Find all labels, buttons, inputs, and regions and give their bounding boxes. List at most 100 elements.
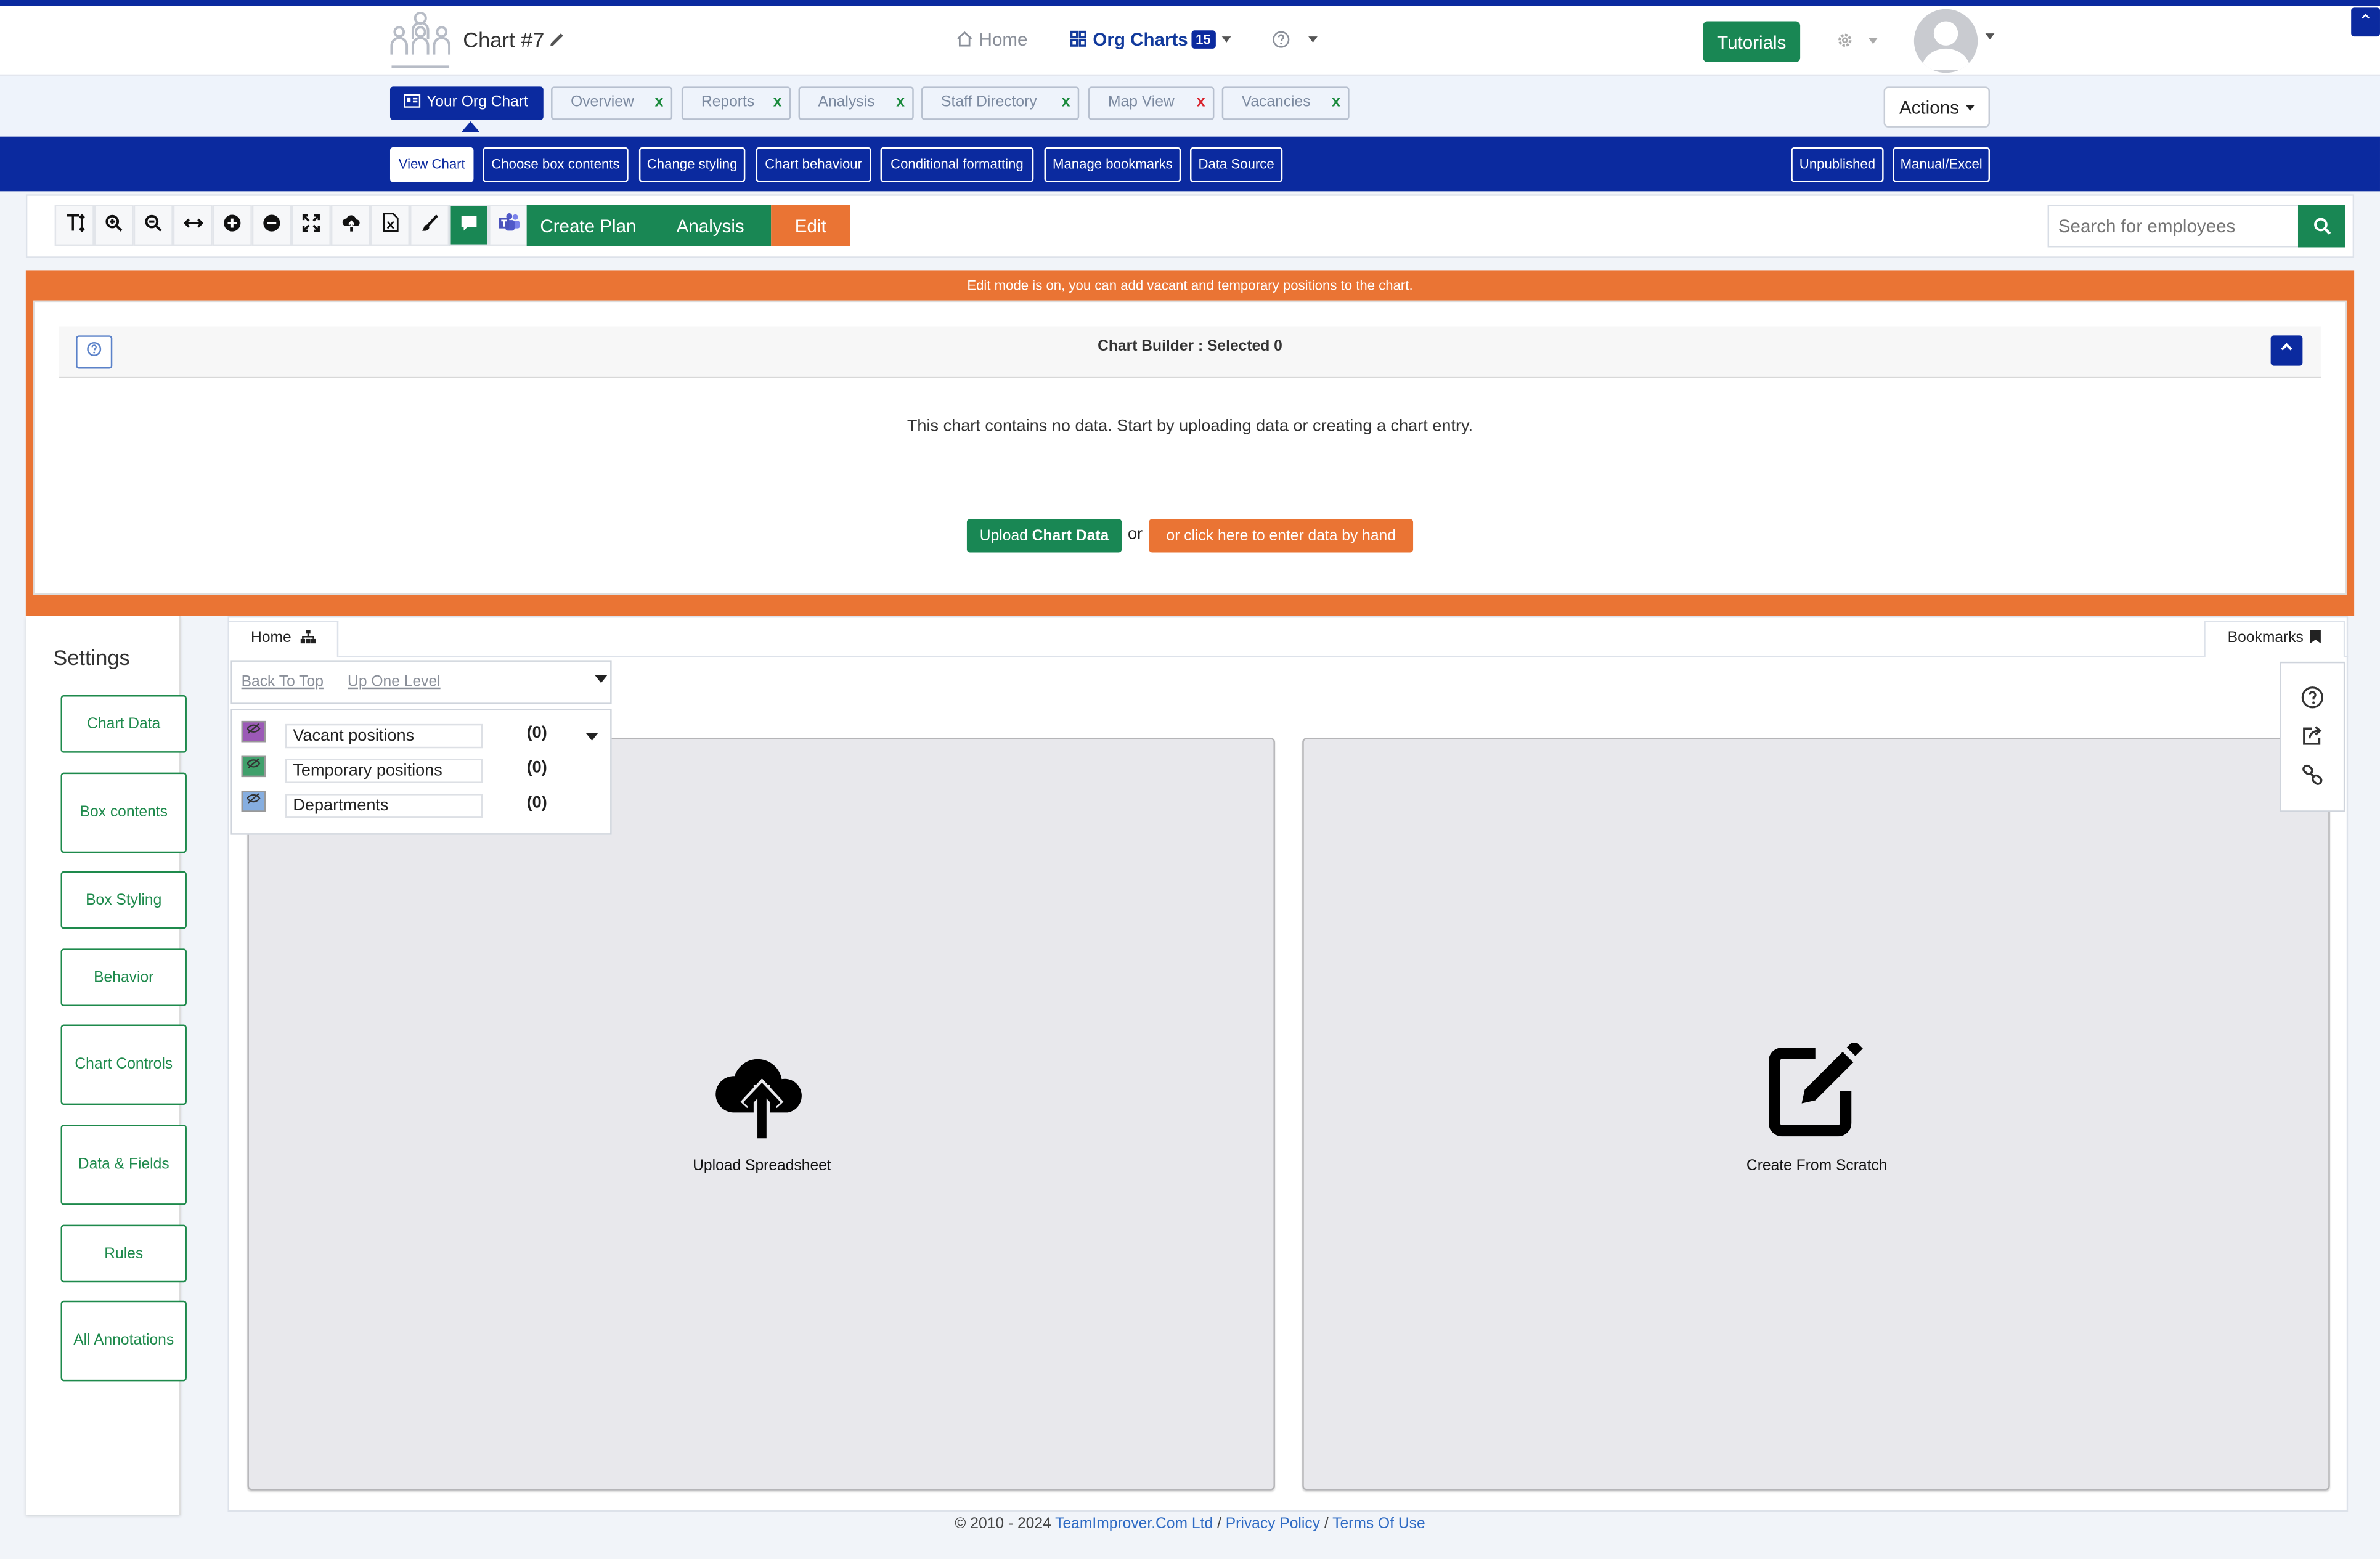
- fullscreen-icon[interactable]: [291, 205, 331, 246]
- zoom-out-icon[interactable]: [133, 205, 173, 246]
- analysis-button[interactable]: Analysis: [650, 205, 772, 246]
- empty-chart-message: This chart contains no data. Start by up…: [907, 417, 1473, 436]
- manage-bookmarks-button[interactable]: Manage bookmarks: [1044, 147, 1181, 182]
- tab-your-org-chart[interactable]: Your Org Chart: [389, 86, 544, 120]
- change-styling-button[interactable]: Change styling: [638, 147, 746, 182]
- conditional-formatting-button[interactable]: Conditional formatting: [880, 147, 1034, 182]
- chevron-down-icon: [1965, 104, 1975, 110]
- org-charts-count-badge: 15: [1191, 30, 1216, 49]
- tab-overview[interactable]: Overview x: [551, 86, 673, 120]
- settings-chart-controls-button[interactable]: Chart Controls: [60, 1024, 187, 1105]
- nav-org-charts[interactable]: Org Charts 15: [1070, 29, 1231, 50]
- enter-data-by-hand-button[interactable]: or click here to enter data by hand: [1149, 519, 1414, 553]
- eye-slash-icon[interactable]: [241, 791, 266, 812]
- footer-separator: /: [1320, 1516, 1333, 1533]
- user-icon: [1922, 21, 1970, 70]
- choose-box-contents-button[interactable]: Choose box contents: [483, 147, 629, 182]
- unpublished-button[interactable]: Unpublished: [1791, 147, 1884, 182]
- tutorials-button[interactable]: Tutorials: [1703, 21, 1801, 62]
- create-from-scratch-card[interactable]: Create From Scratch: [1302, 738, 2330, 1491]
- comments-icon[interactable]: [449, 205, 489, 246]
- settings-box-styling-button[interactable]: Box Styling: [60, 871, 187, 929]
- chart-behaviour-button[interactable]: Chart behaviour: [756, 147, 871, 182]
- caret-down-icon[interactable]: [595, 675, 608, 685]
- footer: © 2010 - 2024 TeamImprover.Com Ltd / Pri…: [0, 1516, 2380, 1533]
- caret-down-icon[interactable]: [585, 733, 598, 743]
- question-circle-icon: [1273, 31, 1290, 48]
- company-link[interactable]: TeamImprover.Com Ltd: [1055, 1516, 1213, 1533]
- tab-analysis[interactable]: Analysis x: [798, 86, 914, 120]
- upload-spreadsheet-card[interactable]: Upload Spreadsheet: [247, 738, 1275, 1491]
- settings-data-fields-button[interactable]: Data & Fields: [60, 1125, 187, 1205]
- tab-vacancies[interactable]: Vacancies x: [1221, 86, 1350, 120]
- upload-chart-data-button[interactable]: Upload Chart Data: [966, 519, 1122, 553]
- employee-search-input[interactable]: [2047, 205, 2300, 248]
- tab-close-icon[interactable]: x: [1197, 88, 1205, 118]
- data-source-button[interactable]: Data Source: [1189, 147, 1283, 182]
- settings-box-contents-button[interactable]: Box contents: [60, 772, 187, 853]
- privacy-policy-link[interactable]: Privacy Policy: [1226, 1516, 1320, 1533]
- tab-reports[interactable]: Reports x: [681, 86, 791, 120]
- top-accent-line: [0, 0, 2380, 6]
- footer-separator: /: [1213, 1516, 1226, 1533]
- chart-title[interactable]: Chart #7: [463, 27, 544, 51]
- chevron-down-icon: [1868, 38, 1878, 44]
- settings-behavior-button[interactable]: Behavior: [60, 948, 187, 1006]
- help-menu[interactable]: [1272, 29, 1318, 50]
- terms-of-use-link[interactable]: Terms Of Use: [1332, 1516, 1425, 1533]
- eye-slash-icon[interactable]: [241, 720, 266, 743]
- bookmark-icon: [2310, 630, 2321, 644]
- actions-button[interactable]: Actions: [1883, 86, 1990, 128]
- file-excel-icon: [382, 213, 398, 232]
- tab-staff-directory[interactable]: Staff Directory x: [921, 86, 1080, 120]
- tab-close-icon[interactable]: x: [896, 88, 905, 118]
- canvas-bookmarks-tab[interactable]: Bookmarks: [2204, 621, 2345, 657]
- teams-icon[interactable]: [489, 205, 529, 246]
- search-button[interactable]: [2297, 205, 2345, 248]
- avatar-chevron-down-icon[interactable]: [1985, 33, 1995, 40]
- canvas-help-button[interactable]: [2298, 686, 2325, 713]
- legend-temporary-count: (0): [526, 759, 547, 778]
- or-separator: or: [1128, 525, 1143, 543]
- canvas-home-tab[interactable]: Home: [227, 621, 339, 657]
- collapse-header-button[interactable]: ⌃: [2351, 7, 2380, 37]
- eye-icon: [247, 723, 261, 734]
- eye-slash-icon[interactable]: [241, 755, 266, 778]
- brush-icon: [422, 214, 438, 231]
- collapse-all-icon[interactable]: [251, 205, 291, 246]
- cloud-upload-icon: [715, 1059, 802, 1140]
- paint-brush-icon[interactable]: [410, 205, 450, 246]
- create-plan-button[interactable]: Create Plan: [526, 205, 650, 246]
- back-to-top-link[interactable]: Back To Top: [242, 674, 324, 691]
- settings-all-annotations-button[interactable]: All Annotations: [60, 1300, 187, 1382]
- settings-menu[interactable]: [1835, 27, 1878, 51]
- microsoft-teams-icon: [497, 213, 520, 231]
- tab-close-icon[interactable]: x: [655, 88, 664, 118]
- settings-chart-data-button[interactable]: Chart Data: [60, 695, 187, 753]
- fit-width-icon[interactable]: [173, 205, 213, 246]
- manual-excel-button[interactable]: Manual/Excel: [1893, 147, 1990, 182]
- share-button[interactable]: [2298, 724, 2325, 751]
- tab-map-view[interactable]: Map View x: [1088, 86, 1215, 120]
- collapse-builder-button[interactable]: [2270, 335, 2303, 366]
- tab-close-icon[interactable]: x: [1062, 88, 1070, 118]
- text-size-icon[interactable]: [54, 205, 94, 246]
- up-one-level-link[interactable]: Up One Level: [348, 674, 441, 691]
- magnifier-minus-icon: [145, 214, 162, 232]
- export-excel-icon[interactable]: [370, 205, 410, 246]
- cloud-upload-toolbar-icon[interactable]: [330, 205, 370, 246]
- expand-all-icon[interactable]: [212, 205, 252, 246]
- zoom-in-icon[interactable]: [94, 205, 134, 246]
- nav-home[interactable]: Home: [956, 29, 1027, 50]
- view-chart-button[interactable]: View Chart: [389, 147, 474, 182]
- org-chart-logo-icon: [390, 11, 451, 68]
- tab-label: Analysis: [818, 94, 875, 111]
- link-button[interactable]: [2298, 763, 2325, 791]
- tab-close-icon[interactable]: x: [1332, 88, 1340, 118]
- legend-vacant-count: (0): [526, 723, 547, 743]
- tab-close-icon[interactable]: x: [773, 88, 782, 118]
- settings-rules-button[interactable]: Rules: [60, 1224, 187, 1283]
- avatar[interactable]: [1913, 9, 1978, 73]
- pencil-icon[interactable]: [548, 29, 566, 47]
- edit-button[interactable]: Edit: [771, 205, 850, 246]
